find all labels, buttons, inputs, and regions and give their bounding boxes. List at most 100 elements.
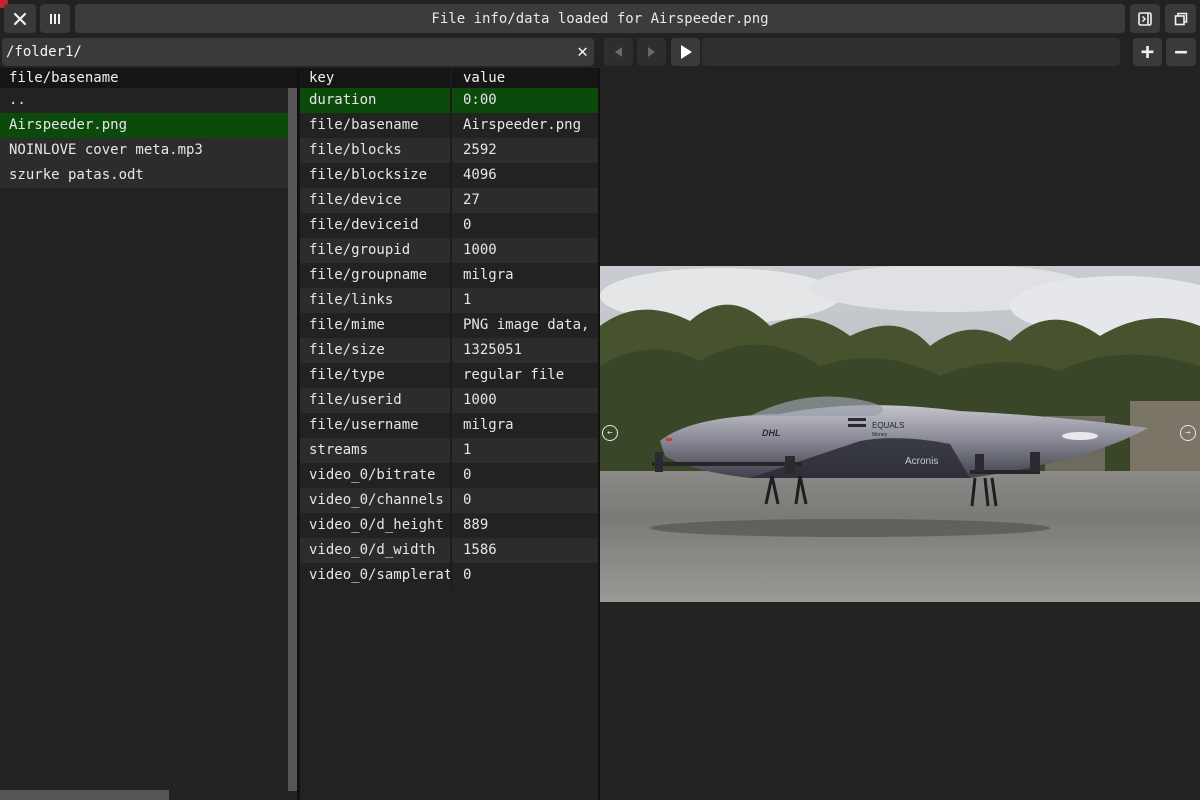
table-cell-value: 4096 <box>450 163 598 188</box>
table-cell-key: file/username <box>309 417 419 433</box>
list-item[interactable]: NOINLOVE cover meta.mp3 <box>0 138 297 163</box>
table-row[interactable]: file/username milgra <box>300 413 598 438</box>
window-title: File info/data loaded for Airspeeder.png <box>75 4 1125 33</box>
table-cell-value: milgra <box>450 413 598 438</box>
table-row[interactable]: file/basename Airspeeder.png <box>300 113 598 138</box>
play-icon <box>681 45 692 59</box>
table-cell-value: 1000 <box>450 388 598 413</box>
table-cell-key: file/userid <box>309 392 402 408</box>
brand-acronis-text: Acronis <box>905 456 938 467</box>
table-cell-key: duration <box>309 92 377 108</box>
table-cell-key: video_0/bitrate <box>309 467 436 483</box>
file-list: file/basename .. Airspeeder.png NOINLOVE… <box>0 68 297 188</box>
table-cell-key: file/blocks <box>309 142 402 158</box>
table-header: key value <box>300 68 598 88</box>
table-cell-value: 889 <box>450 513 598 538</box>
table-row[interactable]: file/groupid 1000 <box>300 238 598 263</box>
table-cell-value: 0 <box>450 213 598 238</box>
info-table: key value duration 0:00 file/basename Airsp… <box>300 68 598 588</box>
column-header-key[interactable]: key <box>300 68 450 88</box>
file-list-vertical-scrollbar[interactable] <box>288 88 297 791</box>
table-row[interactable]: file/links 1 <box>300 288 598 313</box>
table-cell-key: file/blocksize <box>309 167 428 183</box>
close-icon <box>13 12 27 25</box>
table-row[interactable]: video_0/bitrate 0 <box>300 463 598 488</box>
table-cell-value: 0 <box>450 563 598 588</box>
table-row[interactable]: video_0/channels 0 <box>300 488 598 513</box>
table-cell-value: 1000 <box>450 238 598 263</box>
table-row[interactable]: streams 1 <box>300 438 598 463</box>
table-row[interactable]: file/mime PNG image data, 1 <box>300 313 598 338</box>
table-row[interactable]: file/blocks 2592 <box>300 138 598 163</box>
table-cell-value: PNG image data, 1 <box>450 313 598 338</box>
table-cell-key: file/mime <box>309 317 385 333</box>
table-cell-key: file/deviceid <box>309 217 419 233</box>
table-cell-value: 1 <box>450 288 598 313</box>
table-cell-key: video_0/d_width <box>309 542 436 558</box>
columns-button[interactable] <box>40 4 70 33</box>
brand-equals-text: EQUALS <box>872 421 904 430</box>
zoom-out-button[interactable]: − <box>1166 38 1196 66</box>
arrow-right-circle-icon[interactable]: → <box>1180 425 1196 441</box>
table-row[interactable]: file/blocksize 4096 <box>300 163 598 188</box>
table-cell-key: video_0/d_height <box>309 517 444 533</box>
sidebar-toggle-button[interactable] <box>1130 4 1160 33</box>
table-row[interactable]: file/deviceid 0 <box>300 213 598 238</box>
table-row[interactable]: video_0/d_width 1586 <box>300 538 598 563</box>
table-cell-key: file/size <box>309 342 385 358</box>
table-row[interactable]: file/device 27 <box>300 188 598 213</box>
columns-icon <box>50 13 60 24</box>
table-row[interactable]: file/groupname milgra <box>300 263 598 288</box>
table-cell-value: 0 <box>450 488 598 513</box>
list-item[interactable]: .. <box>0 88 297 113</box>
table-cell-key: file/groupname <box>309 267 428 283</box>
table-cell-key: file/device <box>309 192 402 208</box>
table-cell-key: streams <box>309 442 369 458</box>
table-cell-value: milgra <box>450 263 598 288</box>
table-cell-key: file/groupid <box>309 242 411 258</box>
back-button[interactable] <box>604 38 633 66</box>
table-cell-value: 27 <box>450 188 598 213</box>
table-row[interactable]: file/size 1325051 <box>300 338 598 363</box>
airspeeder-image: EQUALS Money Acronis DHL ← → <box>600 266 1200 602</box>
filter-field[interactable] <box>702 38 1120 66</box>
file-list-horizontal-scrollbar[interactable] <box>0 790 169 800</box>
table-cell-key: video_0/channels <box>309 492 444 508</box>
brand-money-text: Money <box>872 432 888 438</box>
table-row[interactable]: duration 0:00 <box>300 88 598 113</box>
restore-window-icon <box>1174 12 1187 25</box>
close-button[interactable] <box>4 4 36 33</box>
table-cell-key: file/basename <box>309 117 419 133</box>
table-cell-value: 0 <box>450 463 598 488</box>
table-row[interactable]: video_0/samplerate 0 <box>300 563 598 588</box>
file-list-header[interactable]: file/basename <box>0 68 297 88</box>
table-cell-key: file/type <box>309 367 385 383</box>
zoom-in-button[interactable]: + <box>1133 38 1162 66</box>
path-field[interactable]: /folder1/ ✕ <box>2 38 594 66</box>
table-cell-key: file/links <box>309 292 394 308</box>
table-cell-value: 0:00 <box>450 88 598 113</box>
table-cell-value: 1 <box>450 438 598 463</box>
image-preview: EQUALS Money Acronis DHL ← → <box>600 266 1200 602</box>
table-row[interactable]: file/type regular file <box>300 363 598 388</box>
column-header-value[interactable]: value <box>450 68 598 88</box>
table-cell-value: regular file <box>450 363 598 388</box>
arrow-left-circle-icon[interactable]: ← <box>602 425 618 441</box>
play-button[interactable] <box>671 38 700 66</box>
table-row[interactable]: file/userid 1000 <box>300 388 598 413</box>
clear-path-icon[interactable]: ✕ <box>577 42 588 62</box>
table-cell-key: video_0/samplerate <box>309 567 450 583</box>
brand-dhl-text: DHL <box>762 428 781 438</box>
restore-window-button[interactable] <box>1165 4 1196 33</box>
triangle-left-icon <box>615 47 622 57</box>
triangle-right-icon <box>648 47 655 57</box>
table-cell-value: Airspeeder.png <box>450 113 598 138</box>
table-row[interactable]: video_0/d_height 889 <box>300 513 598 538</box>
forward-button[interactable] <box>637 38 666 66</box>
table-cell-value: 1586 <box>450 538 598 563</box>
sidebar-toggle-icon <box>1138 11 1152 26</box>
table-cell-value: 2592 <box>450 138 598 163</box>
list-item-selected[interactable]: Airspeeder.png <box>0 113 297 138</box>
path-value: /folder1/ <box>6 44 82 60</box>
list-item[interactable]: szurke patas.odt <box>0 163 297 188</box>
